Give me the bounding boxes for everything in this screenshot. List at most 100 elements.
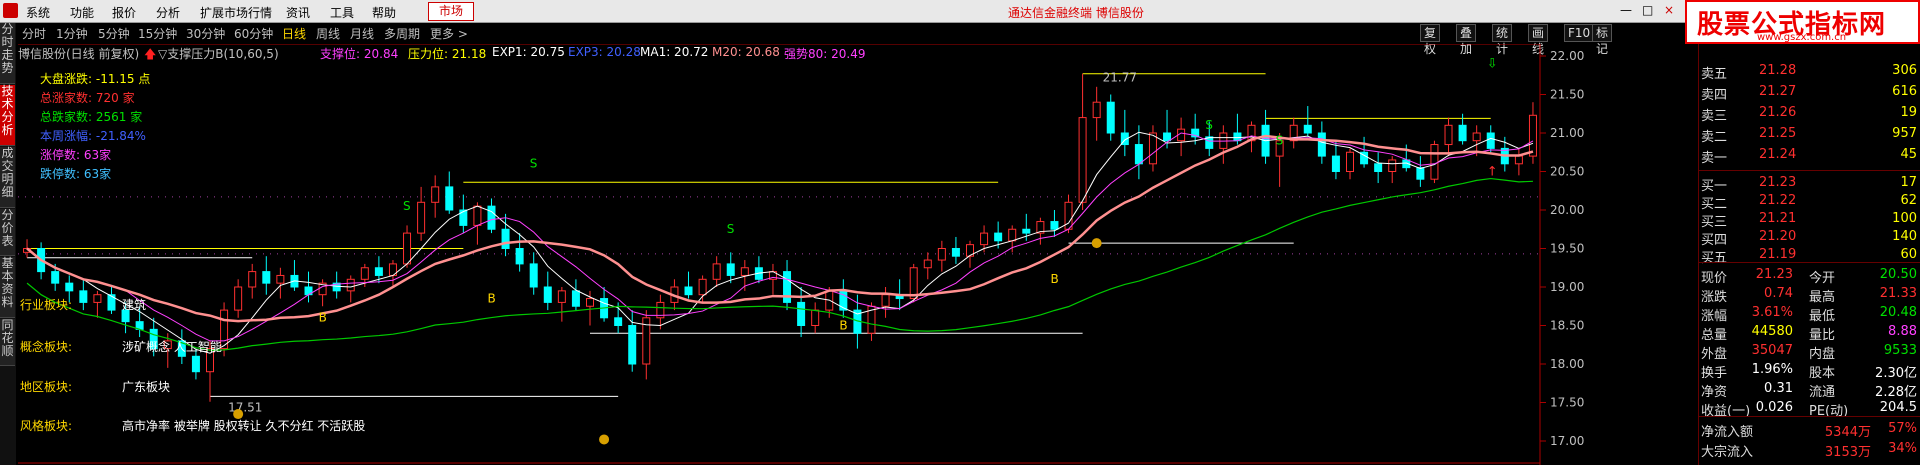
stat-label: 流通	[1809, 385, 1836, 400]
side-tab-intraday[interactable]: 分时走势	[0, 23, 15, 84]
signal-b: B	[839, 318, 847, 332]
candle	[304, 271, 313, 303]
menu-system[interactable]: 系统	[26, 4, 50, 21]
candle	[1514, 148, 1523, 176]
tab-5min[interactable]: 5分钟	[98, 25, 130, 42]
candle	[571, 279, 580, 311]
signal-s: S	[1276, 134, 1284, 148]
menu-help[interactable]: 帮助	[372, 4, 396, 21]
candle-body	[501, 228, 510, 249]
stat-value: 8.88	[1888, 324, 1917, 339]
quote-panel: 卖五 21.28 306 卖四 21.27 616 卖三 21.26 19 卖二 21.25 957 卖…	[1698, 44, 1920, 465]
tab-more[interactable]: 更多 >	[430, 25, 468, 42]
tab-daily[interactable]: 日线	[282, 25, 306, 42]
order-volume: 17	[1900, 175, 1917, 190]
stat-label: 股本	[1809, 366, 1836, 381]
candle	[1331, 140, 1340, 180]
market-button[interactable]: 市场	[428, 2, 474, 21]
stat-value: 0.31	[1764, 381, 1793, 396]
overlay-button[interactable]: 叠加	[1456, 24, 1477, 56]
stat-value: 20.48	[1879, 305, 1917, 320]
candle-body	[797, 301, 806, 326]
candle-body	[557, 290, 566, 303]
region-sector-label: 地区板块:	[20, 380, 73, 394]
kline-chart[interactable]: B B S B S B S S S 21.77 17.51 ⇩ ↑ 22.00 21.50 21.00 20.…	[18, 44, 1658, 465]
tab-weekly[interactable]: 周线	[316, 25, 340, 42]
candle-body	[543, 286, 552, 303]
flow-row: 大宗流入 3153万 34%	[1699, 440, 1920, 460]
style-sector-value: 高市净率 被举牌 股权转让 久不分红 不活跃股	[122, 419, 366, 433]
side-tab-tonghuashun[interactable]: 同花顺	[0, 319, 15, 366]
tab-30min[interactable]: 30分钟	[186, 25, 225, 42]
close-icon[interactable]: ×	[1664, 3, 1674, 17]
candle	[768, 263, 777, 295]
order-price: 21.26	[1759, 105, 1797, 120]
menu-quote[interactable]: 报价	[112, 4, 136, 21]
candle-body	[487, 205, 496, 230]
candle	[1303, 106, 1312, 137]
menu-analysis[interactable]: 分析	[156, 4, 180, 21]
flow-pct: 34%	[1888, 441, 1917, 456]
menu-news[interactable]: 资讯	[286, 4, 310, 21]
draw-line-button[interactable]: 画线	[1528, 24, 1549, 56]
side-tab-trade-details[interactable]: 成交明细	[0, 147, 15, 208]
total-down-count: 总跌家数: 2561 家	[40, 110, 143, 124]
candle-body	[1022, 228, 1031, 234]
region-sector-value: 广东板块	[122, 380, 171, 394]
restore-rights-button[interactable]: 复权	[1420, 24, 1441, 56]
stat-value: 204.5	[1879, 400, 1917, 415]
candle	[1064, 194, 1073, 234]
stat-value: 44580	[1751, 324, 1793, 339]
candle-body	[1374, 163, 1383, 173]
order-volume: 140	[1892, 229, 1917, 244]
statistics-button[interactable]: 统计	[1492, 24, 1513, 56]
side-tab-technical[interactable]: 技术分析	[0, 85, 15, 146]
tab-1min[interactable]: 1分钟	[56, 25, 88, 42]
candle	[332, 271, 341, 299]
candle	[1289, 117, 1298, 149]
stat-value: 0.74	[1764, 286, 1793, 301]
support-pressure-lines	[27, 73, 1491, 397]
candle-body	[698, 278, 707, 296]
tab-intraday[interactable]: 分时	[22, 25, 46, 42]
up-arrow-icon: ↑	[1487, 164, 1498, 179]
window-title: 通达信金融终端 博信股份	[1008, 6, 1144, 20]
candle	[276, 267, 285, 299]
candle-body	[1148, 132, 1157, 165]
signal-s: S	[727, 222, 735, 236]
signal-s: S	[530, 157, 538, 171]
candle	[881, 287, 890, 318]
stat-label: 涨跌	[1701, 290, 1728, 305]
order-volume: 957	[1892, 126, 1917, 141]
stat-value: 3.61%	[1751, 305, 1793, 320]
candle-body	[262, 271, 271, 284]
y-tick-label: 19.50	[1550, 242, 1584, 256]
stat-row: 涨跌 0.74 最高 21.33	[1699, 285, 1920, 305]
side-tab-fundamentals[interactable]: 基本资料	[0, 257, 15, 318]
market-change: 大盘涨跌: -11.15 点	[40, 72, 151, 86]
side-tab-price-table[interactable]: 分价表	[0, 209, 15, 256]
order-volume: 60	[1900, 247, 1917, 262]
signal-b: B	[319, 311, 327, 325]
watermark-logo: 股票公式指标网 www.gszx.com.cn	[1685, 0, 1920, 44]
tab-multi-period[interactable]: 多周期	[384, 25, 420, 42]
sell-row: 卖三 21.26 19	[1699, 104, 1920, 124]
candle-body	[740, 267, 749, 276]
tab-15min[interactable]: 15分钟	[138, 25, 177, 42]
menu-tools[interactable]: 工具	[330, 4, 354, 21]
candle-body	[191, 355, 200, 373]
menu-extended-market[interactable]: 扩展市场行情	[200, 4, 272, 21]
minimize-icon[interactable]: —	[1620, 3, 1632, 17]
stat-row: 现价 21.23 今开 20.50	[1699, 266, 1920, 286]
candle-body	[1444, 124, 1453, 146]
candle-body	[473, 205, 482, 226]
candle-body	[1458, 124, 1467, 142]
maximize-icon[interactable]: □	[1642, 3, 1653, 17]
menu-function[interactable]: 功能	[70, 4, 94, 21]
f10-button[interactable]: F10	[1564, 24, 1595, 42]
buy-row: 买三 21.21 100	[1699, 210, 1920, 230]
tab-monthly[interactable]: 月线	[350, 25, 374, 42]
y-tick-label: 17.00	[1550, 434, 1584, 448]
tab-60min[interactable]: 60分钟	[234, 25, 273, 42]
mark-button[interactable]: 标记	[1592, 24, 1613, 56]
